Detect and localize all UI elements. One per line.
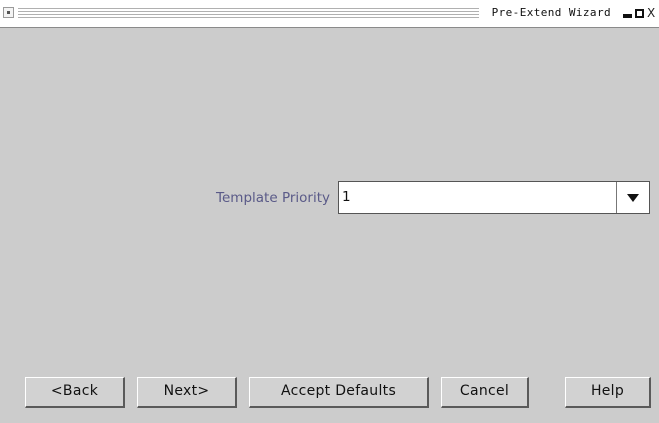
minimize-icon[interactable]: [623, 9, 632, 18]
pre-extend-wizard-window: Pre-Extend Wizard X Template Priority 1 …: [0, 0, 659, 423]
help-button[interactable]: Help: [565, 377, 651, 408]
title-bar[interactable]: Pre-Extend Wizard X: [0, 0, 659, 28]
template-priority-value[interactable]: 1: [342, 189, 351, 205]
template-priority-label: Template Priority: [216, 190, 330, 206]
window-menu-icon[interactable]: [3, 7, 14, 18]
back-button[interactable]: <Back: [25, 377, 125, 408]
dropdown-arrow-icon[interactable]: [616, 182, 649, 213]
close-icon[interactable]: X: [647, 7, 656, 19]
template-priority-combobox[interactable]: 1: [338, 181, 650, 214]
accept-defaults-button[interactable]: Accept Defaults: [249, 377, 429, 408]
window-title: Pre-Extend Wizard: [485, 6, 617, 19]
title-bar-stripes: [18, 8, 479, 20]
cancel-button[interactable]: Cancel: [441, 377, 529, 408]
maximize-icon[interactable]: [635, 9, 644, 18]
next-button[interactable]: Next>: [137, 377, 237, 408]
